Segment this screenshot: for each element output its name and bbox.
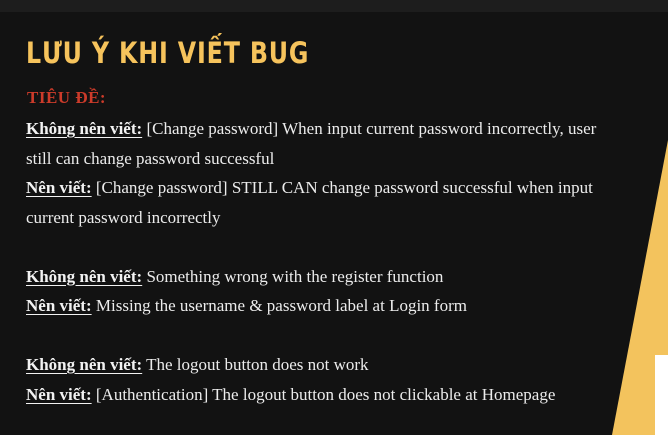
good-example-line: Nên viết: [Authentication] The logout bu… — [26, 380, 666, 410]
good-example-continuation: current password incorrectly — [26, 207, 221, 227]
good-text: [Change password] STILL CAN change passw… — [91, 178, 593, 197]
bad-text: The logout button does not work — [142, 355, 369, 374]
good-label: Nên viết: — [26, 384, 92, 404]
bad-example-line: Không nên viết: The logout button does n… — [26, 350, 666, 380]
good-example-line: Nên viết: [Change password] STILL CAN ch… — [26, 173, 666, 203]
section-label: TIÊU ĐỀ: — [27, 88, 107, 107]
bad-example-line: Không nên viết: [Change password] When i… — [26, 114, 666, 144]
bad-label: Không nên viết: — [26, 355, 143, 374]
good-label: Nên viết: — [26, 296, 92, 315]
top-band — [0, 0, 668, 12]
bad-example-continuation: still can change password successful — [26, 148, 275, 168]
bad-label: Không nên viết: — [26, 119, 143, 138]
bad-text: Something wrong with the register functi… — [142, 266, 444, 286]
good-example-line: Nên viết: Missing the username & passwor… — [26, 291, 666, 321]
good-text: [Authentication] The logout button does … — [91, 384, 556, 404]
bad-label: Không nên viết: — [26, 266, 143, 286]
good-label: Nên viết: — [26, 178, 92, 197]
slide-title: LƯU Ý KHI VIẾT BUG — [26, 36, 310, 70]
bad-text: [Change password] When input current pas… — [142, 119, 597, 138]
bad-example-line: Không nên viết: Something wrong with the… — [26, 262, 666, 292]
good-text: Missing the username & password label at… — [91, 296, 467, 315]
examples-list: Không nên viết: [Change password] When i… — [26, 114, 666, 409]
